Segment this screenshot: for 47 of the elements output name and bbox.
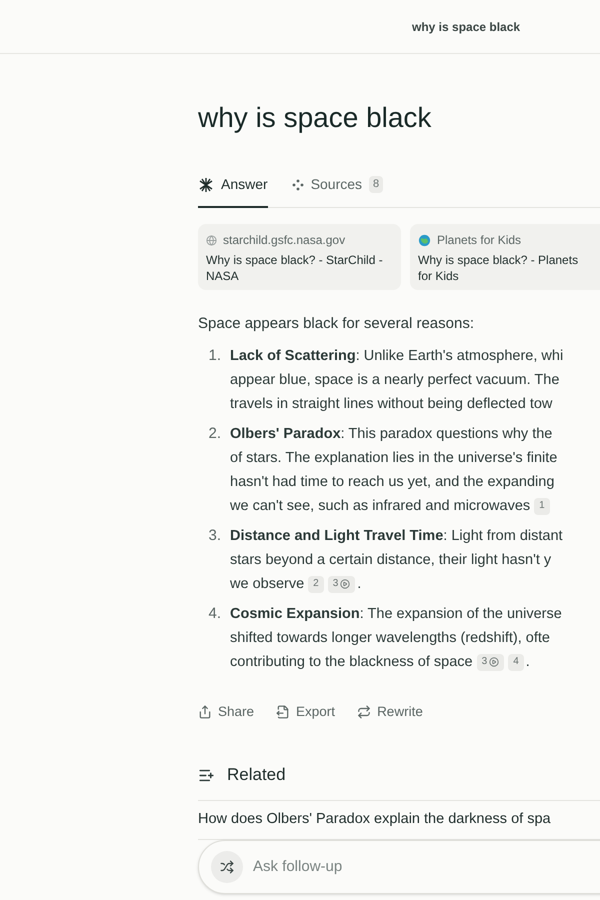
citation-number: 2: [313, 577, 319, 592]
citation-badge[interactable]: 1: [534, 498, 550, 515]
list-item-text: Distance and Light Travel Time: Light from distant stars beyond a certain distance, their light hasn't y we observe 2 3 .: [230, 524, 563, 596]
citation-badge[interactable]: 3: [476, 654, 504, 671]
related-heading: Related: [227, 764, 286, 786]
tab[interactable]: Sources 8: [292, 164, 384, 208]
count-badge: 8: [369, 176, 384, 193]
citation-number: 4: [513, 655, 519, 670]
citation-badge[interactable]: 2: [308, 576, 324, 593]
list-item-text: Cosmic Expansion: The expansion of the universe shifted towards longer wavelengths (redshift), ofte contributing to the blackness of space 3 4 .: [230, 602, 562, 674]
source-site: Planets for Kids: [437, 232, 522, 249]
source-title: Why is space black? - StarChild - NASA: [206, 252, 384, 284]
shuffle-button[interactable]: [211, 851, 243, 883]
follow-up-input[interactable]: Ask follow-up: [253, 856, 553, 878]
share-icon: [198, 705, 212, 720]
citation-number: 3: [332, 577, 338, 592]
source-site: starchild.gsfc.nasa.gov: [223, 232, 346, 249]
list-item-text: Lack of Scattering: Unlike Earth's atmosphere, whi appear blue, space is a nearly perfect vacuum. The travels in straight lines without being deflected tow: [230, 347, 564, 414]
repeat-icon: [357, 705, 372, 720]
source-card[interactable]: Planets for Kids Why is space black? - Planets for Kids: [410, 224, 600, 290]
dots-icon: [292, 178, 304, 190]
action-button[interactable]: Rewrite: [357, 702, 423, 722]
citation-number: 1: [539, 499, 545, 514]
answer-intro: Space appears black for several reasons:: [198, 314, 475, 334]
citation-badge[interactable]: 3: [328, 576, 356, 593]
query-heading: why is space black: [198, 101, 432, 135]
list-number: 3.: [207, 526, 222, 546]
list-item-text: Olbers' Paradox: This paradox questions why the of stars. The explanation lies in the universe's finite hasn't had time to reach us yet, and the expanding we can't see, such as infrared and microwaves 1: [230, 422, 558, 518]
page-title: why is space black: [412, 18, 520, 36]
action-button[interactable]: Share: [198, 702, 254, 722]
source-card[interactable]: starchild.gsfc.nasa.gov Why is space black? - StarChild - NASA: [198, 224, 401, 290]
play-icon: [340, 579, 350, 590]
tab[interactable]: Answer: [198, 164, 268, 208]
source-title: Why is space black? - Planets for Kids: [418, 252, 580, 284]
play-icon: [489, 657, 500, 668]
shuffle-icon: [220, 860, 234, 874]
citation-badge[interactable]: 4: [508, 654, 524, 671]
export-icon: [276, 705, 290, 720]
planet-icon: [418, 234, 431, 246]
citation-number: 3: [482, 655, 488, 670]
burst-icon: [198, 176, 214, 192]
globe-icon: [206, 234, 217, 246]
action-button[interactable]: Export: [276, 702, 336, 722]
follow-up-field[interactable]: Ask follow-up: [198, 840, 600, 894]
list-number: 1.: [207, 346, 222, 366]
list-number: 4.: [207, 604, 222, 624]
list-number: 2.: [207, 424, 222, 444]
